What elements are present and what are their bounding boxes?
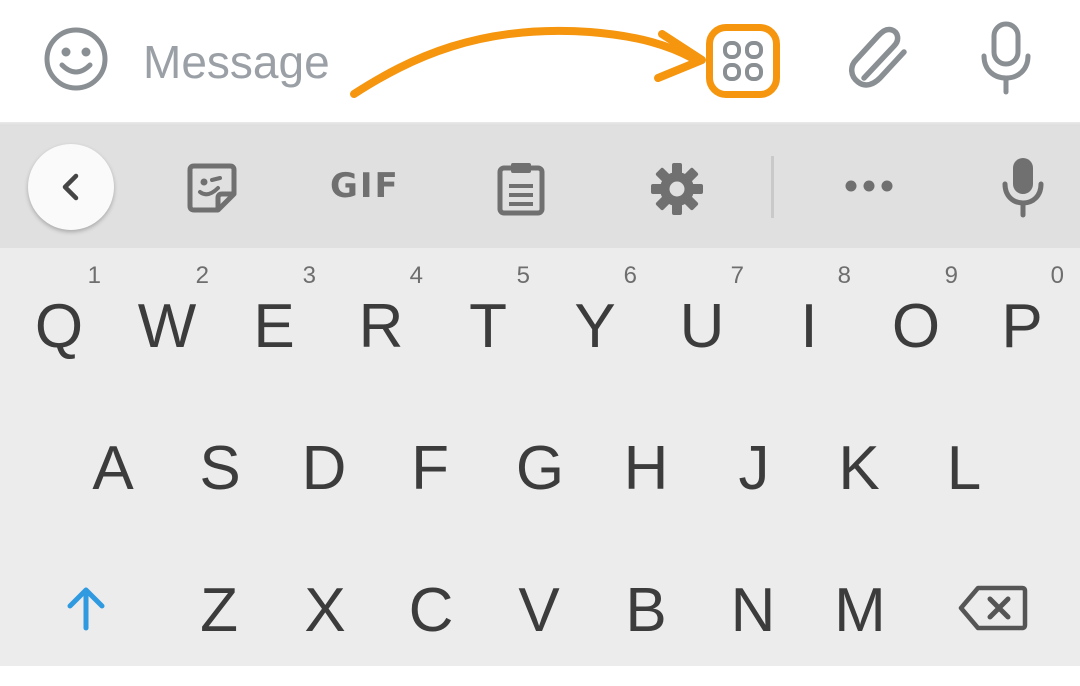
- key-label: A: [92, 434, 134, 503]
- key-e[interactable]: 3E: [220, 252, 328, 392]
- key-hint: 1: [87, 262, 101, 289]
- key-label: B: [625, 576, 667, 645]
- microphone-icon[interactable]: [1000, 156, 1046, 218]
- backspace-icon: [958, 585, 1028, 631]
- back-button[interactable]: [28, 144, 114, 230]
- key-label: W: [137, 292, 197, 361]
- key-r[interactable]: 4R: [327, 252, 435, 392]
- key-label: U: [679, 292, 725, 361]
- key-l[interactable]: L: [910, 406, 1018, 546]
- key-y[interactable]: 6Y: [541, 252, 649, 392]
- annotation-arrow: [350, 26, 706, 98]
- key-label: V: [518, 576, 560, 645]
- key-label: T: [469, 292, 507, 361]
- keyboard-toolbar: GIF: [0, 126, 1080, 248]
- key-f[interactable]: F: [376, 406, 484, 546]
- message-bar: Message: [0, 0, 1080, 124]
- key-s[interactable]: S: [166, 406, 274, 546]
- key-hint: 4: [409, 262, 423, 289]
- key-label: Z: [200, 576, 238, 645]
- key-hint: 5: [516, 262, 530, 289]
- key-label: L: [946, 434, 982, 503]
- key-z[interactable]: Z: [165, 546, 273, 686]
- clipboard-icon[interactable]: [496, 160, 546, 216]
- key-t[interactable]: 5T: [434, 252, 542, 392]
- key-u[interactable]: 7U: [648, 252, 756, 392]
- key-label: G: [515, 434, 565, 503]
- key-hint: 6: [623, 262, 637, 289]
- apps-grid-icon: [723, 41, 763, 81]
- key-hint: 7: [730, 262, 744, 289]
- key-o[interactable]: 9O: [862, 252, 970, 392]
- key-label: C: [408, 576, 454, 645]
- key-hint: 9: [944, 262, 958, 289]
- key-label: X: [304, 576, 346, 645]
- gear-icon[interactable]: [650, 162, 704, 216]
- key-label: S: [199, 434, 241, 503]
- key-label: J: [738, 434, 770, 503]
- key-label: M: [834, 576, 886, 645]
- gif-button[interactable]: GIF: [330, 166, 400, 206]
- microphone-icon[interactable]: [972, 20, 1040, 96]
- key-label: F: [411, 434, 449, 503]
- more-dots-icon[interactable]: [844, 178, 894, 194]
- key-n[interactable]: N: [699, 546, 807, 686]
- toolbar-separator: [771, 156, 774, 218]
- key-d[interactable]: D: [270, 406, 378, 546]
- key-label: N: [730, 576, 776, 645]
- key-label: R: [358, 292, 404, 361]
- key-hint: 8: [837, 262, 851, 289]
- key-label: H: [623, 434, 669, 503]
- key-m[interactable]: M: [806, 546, 914, 686]
- key-hint: 2: [195, 262, 209, 289]
- key-label: I: [800, 292, 818, 361]
- key-q[interactable]: 1Q: [5, 252, 113, 392]
- key-label: E: [253, 292, 295, 361]
- apps-button[interactable]: [706, 24, 780, 98]
- key-k[interactable]: K: [805, 406, 913, 546]
- shift-arrow-icon: [67, 587, 105, 631]
- keyboard: G I F 1 Q 2 W 3 E 4 R 5 T 6 Y 7 U 8 I 9 O …: [0, 126, 1080, 666]
- key-x[interactable]: X: [271, 546, 379, 686]
- key-label: K: [838, 434, 880, 503]
- shift-key[interactable]: [32, 546, 140, 686]
- key-hint: 0: [1050, 262, 1064, 289]
- key-p[interactable]: 0P: [968, 252, 1076, 392]
- key-b[interactable]: B: [592, 546, 700, 686]
- sticker-icon[interactable]: [186, 162, 238, 214]
- key-w[interactable]: 2W: [113, 252, 221, 392]
- backspace-key[interactable]: [940, 546, 1048, 686]
- message-input[interactable]: Message: [143, 34, 330, 90]
- key-label: Y: [574, 292, 616, 361]
- smiley-icon[interactable]: [42, 25, 110, 93]
- paperclip-icon[interactable]: [842, 22, 916, 96]
- key-label: P: [1001, 292, 1043, 361]
- key-label: Q: [34, 292, 84, 361]
- key-i[interactable]: 8I: [755, 252, 863, 392]
- key-label: O: [891, 292, 941, 361]
- key-v[interactable]: V: [485, 546, 593, 686]
- key-j[interactable]: J: [700, 406, 808, 546]
- key-h[interactable]: H: [592, 406, 700, 546]
- key-a[interactable]: A: [59, 406, 167, 546]
- key-c[interactable]: C: [377, 546, 485, 686]
- key-g[interactable]: G: [486, 406, 594, 546]
- back-chevron-icon: [62, 173, 79, 201]
- key-hint: 3: [302, 262, 316, 289]
- key-label: D: [301, 434, 347, 503]
